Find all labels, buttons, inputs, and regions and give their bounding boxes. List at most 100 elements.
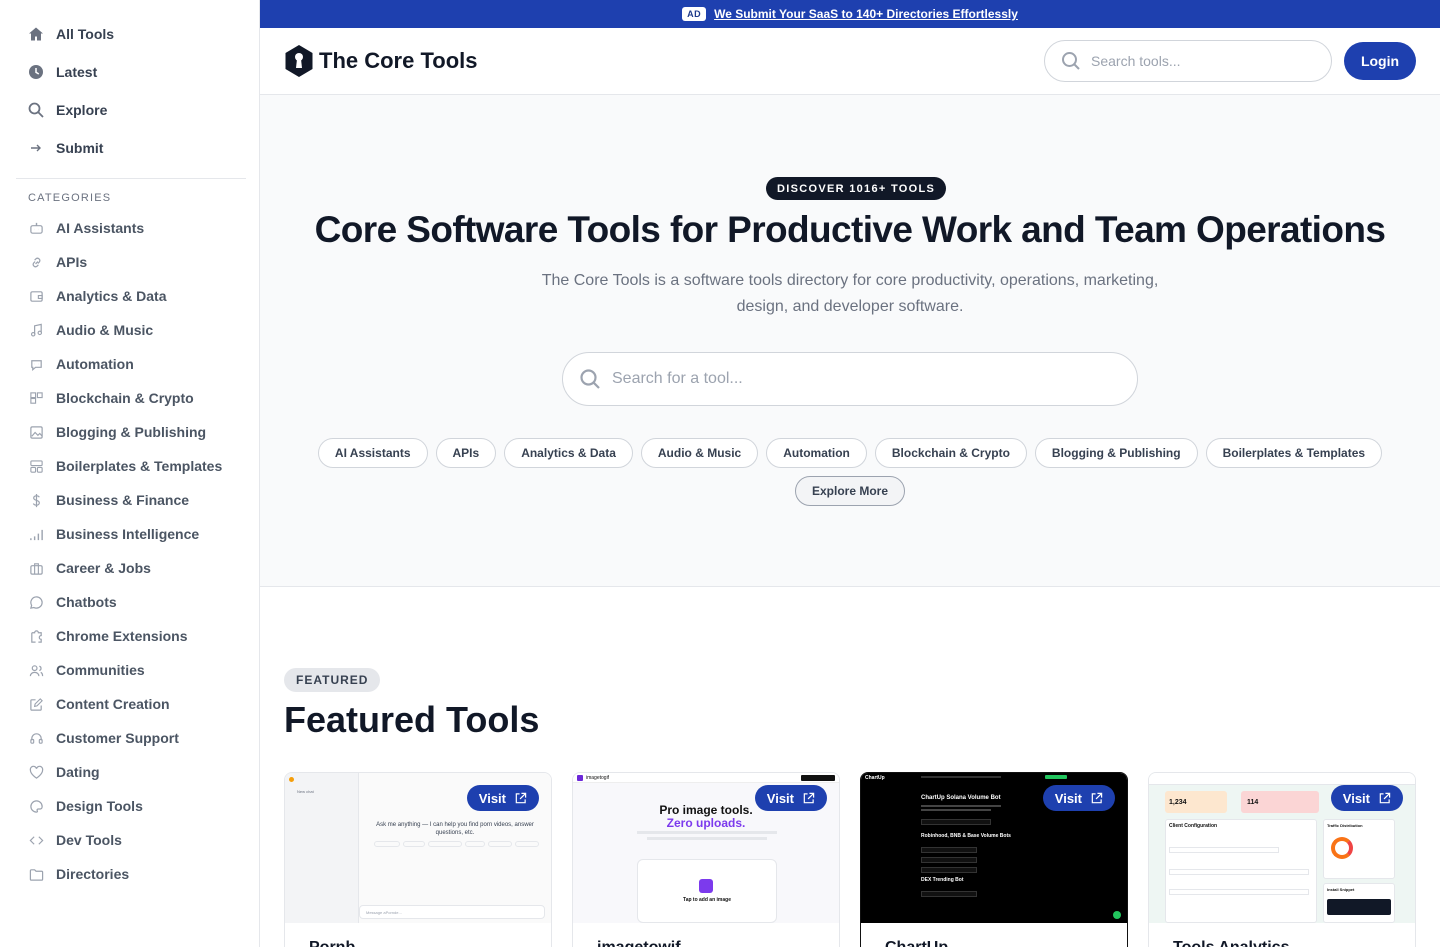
shot-panel1: Client Configuration bbox=[1169, 823, 1218, 829]
category-dev-tools[interactable]: Dev Tools bbox=[16, 826, 246, 854]
category-blogging-publishing[interactable]: Blogging & Publishing bbox=[16, 418, 246, 446]
category-boilerplates-templates[interactable]: Boilerplates & Templates bbox=[16, 452, 246, 480]
image-icon bbox=[28, 424, 44, 440]
category-apis[interactable]: APIs bbox=[16, 248, 246, 276]
visit-button[interactable]: Visit bbox=[466, 785, 539, 811]
category-business-finance[interactable]: Business & Finance bbox=[16, 486, 246, 514]
music-note-icon bbox=[28, 322, 44, 338]
sidebar-nav-label: All Tools bbox=[56, 26, 115, 42]
blocks-icon bbox=[28, 390, 44, 406]
hero-subtitle: The Core Tools is a software tools direc… bbox=[541, 272, 1159, 315]
chip-apis[interactable]: APIs bbox=[435, 438, 497, 468]
tool-card[interactable]: New chat Ask me anything — I can help yo… bbox=[284, 772, 552, 947]
link-icon bbox=[28, 254, 44, 270]
sidebar-nav-explore[interactable]: Explore bbox=[16, 95, 246, 125]
category-career-jobs[interactable]: Career & Jobs bbox=[16, 554, 246, 582]
category-chatbots[interactable]: Chatbots bbox=[16, 588, 246, 616]
ad-banner: AD We Submit Your SaaS to 140+ Directori… bbox=[260, 0, 1440, 28]
visit-button[interactable]: Visit bbox=[1330, 785, 1403, 811]
category-business-intelligence[interactable]: Business Intelligence bbox=[16, 520, 246, 548]
category-label: Blockchain & Crypto bbox=[56, 390, 194, 406]
category-label: AI Assistants bbox=[56, 220, 145, 236]
chip-analytics-data[interactable]: Analytics & Data bbox=[504, 438, 633, 468]
category-label: Blogging & Publishing bbox=[56, 424, 207, 440]
chip-boilerplates-templates[interactable]: Boilerplates & Templates bbox=[1205, 438, 1383, 468]
external-link-icon bbox=[1091, 792, 1103, 803]
category-label: Business Intelligence bbox=[56, 526, 200, 542]
category-analytics-data[interactable]: Analytics & Data bbox=[16, 282, 246, 310]
tool-name: Tools Analytics bbox=[1173, 939, 1289, 947]
category-content-creation[interactable]: Content Creation bbox=[16, 690, 246, 718]
hero-title: Core Software Tools for Productive Work … bbox=[314, 209, 1386, 250]
category-label: Chatbots bbox=[56, 594, 117, 610]
sidebar-nav-submit[interactable]: Submit bbox=[16, 133, 246, 163]
category-design-tools[interactable]: Design Tools bbox=[16, 792, 246, 820]
featured-section: FEATURED Featured Tools New chat Ask me … bbox=[260, 588, 1440, 947]
shot-stat2: 114 bbox=[1247, 799, 1259, 806]
external-link-icon bbox=[1379, 792, 1391, 803]
shot-panel3: Install Snippet bbox=[1327, 887, 1355, 892]
visit-label: Visit bbox=[1054, 790, 1082, 806]
tool-card[interactable]: ChartUp ChartUp Solana Volume Bot Robinh… bbox=[860, 772, 1128, 947]
home-icon bbox=[28, 26, 44, 42]
tool-name: imagetowif... bbox=[597, 939, 694, 947]
sidebar-nav-all-tools[interactable]: All Tools bbox=[16, 19, 246, 49]
chip-ai-assistants[interactable]: AI Assistants bbox=[317, 438, 428, 468]
chip-blockchain-crypto[interactable]: Blockchain & Crypto bbox=[874, 438, 1027, 468]
chip-blogging-publishing[interactable]: Blogging & Publishing bbox=[1034, 438, 1198, 468]
site-logo[interactable]: The Core Tools bbox=[284, 44, 478, 78]
logo-mark-icon bbox=[285, 45, 313, 77]
categories-heading: CATEGORIES bbox=[28, 192, 112, 204]
ad-tag: AD bbox=[682, 7, 707, 21]
category-audio-music[interactable]: Audio & Music bbox=[16, 316, 246, 344]
shot-stat1: 1,234 bbox=[1169, 799, 1187, 806]
robot-icon bbox=[28, 220, 44, 236]
category-label: Directories bbox=[56, 866, 130, 882]
category-label: Dating bbox=[56, 764, 100, 780]
category-directories[interactable]: Directories bbox=[16, 860, 246, 888]
search-icon bbox=[580, 369, 600, 389]
external-link-icon bbox=[515, 792, 527, 803]
category-label: Communities bbox=[56, 662, 145, 678]
search-icon bbox=[1062, 52, 1080, 70]
visit-label: Visit bbox=[766, 790, 794, 806]
chip-automation[interactable]: Automation bbox=[766, 438, 867, 468]
category-communities[interactable]: Communities bbox=[16, 656, 246, 684]
category-label: Content Creation bbox=[56, 696, 170, 712]
shot-cta: Tap to add an image bbox=[683, 897, 731, 903]
category-label: Dev Tools bbox=[56, 832, 122, 848]
category-label: APIs bbox=[56, 254, 88, 270]
visit-button[interactable]: Visit bbox=[1042, 785, 1115, 811]
shot-line2: Robinhood, BNB & Base Volume Bots bbox=[921, 833, 1011, 839]
tool-card[interactable]: 1,234 114 Client Configuration Traffic D… bbox=[1148, 772, 1416, 947]
chip-audio-music[interactable]: Audio & Music bbox=[640, 438, 759, 468]
arrow-right-icon bbox=[28, 140, 44, 156]
category-dating[interactable]: Dating bbox=[16, 758, 246, 786]
code-icon bbox=[28, 832, 44, 848]
explore-more-button[interactable]: Explore More bbox=[794, 476, 906, 506]
login-button[interactable]: Login bbox=[1344, 42, 1416, 80]
visit-button[interactable]: Visit bbox=[754, 785, 827, 811]
header-search[interactable] bbox=[1044, 40, 1332, 82]
category-customer-support[interactable]: Customer Support bbox=[16, 724, 246, 752]
category-label: Design Tools bbox=[56, 798, 143, 814]
category-chrome-extensions[interactable]: Chrome Extensions bbox=[16, 622, 246, 650]
hero-search-input[interactable] bbox=[612, 370, 1112, 388]
headset-icon bbox=[28, 730, 44, 746]
shot-line2: Zero uploads. bbox=[666, 816, 746, 830]
header-search-input[interactable] bbox=[1091, 53, 1311, 69]
shot-input: Message aPornde... bbox=[359, 905, 545, 919]
sidebar-nav-latest[interactable]: Latest bbox=[16, 57, 246, 87]
hero-search[interactable] bbox=[562, 352, 1138, 406]
bot-icon bbox=[28, 356, 44, 372]
visit-label: Visit bbox=[478, 790, 506, 806]
category-label: Customer Support bbox=[56, 730, 179, 746]
ad-link[interactable]: We Submit Your SaaS to 140+ Directories … bbox=[714, 7, 1018, 21]
explore-more-row: Explore More bbox=[260, 476, 1440, 506]
category-automation[interactable]: Automation bbox=[16, 350, 246, 378]
category-label: Boilerplates & Templates bbox=[56, 458, 223, 474]
category-ai-assistants[interactable]: AI Assistants bbox=[16, 214, 246, 242]
tool-card[interactable]: imagetogif Pro image tools. Zero uploads… bbox=[572, 772, 840, 947]
shot-heading: Ask me anything — I can help you find po… bbox=[376, 822, 534, 836]
category-blockchain-crypto[interactable]: Blockchain & Crypto bbox=[16, 384, 246, 412]
